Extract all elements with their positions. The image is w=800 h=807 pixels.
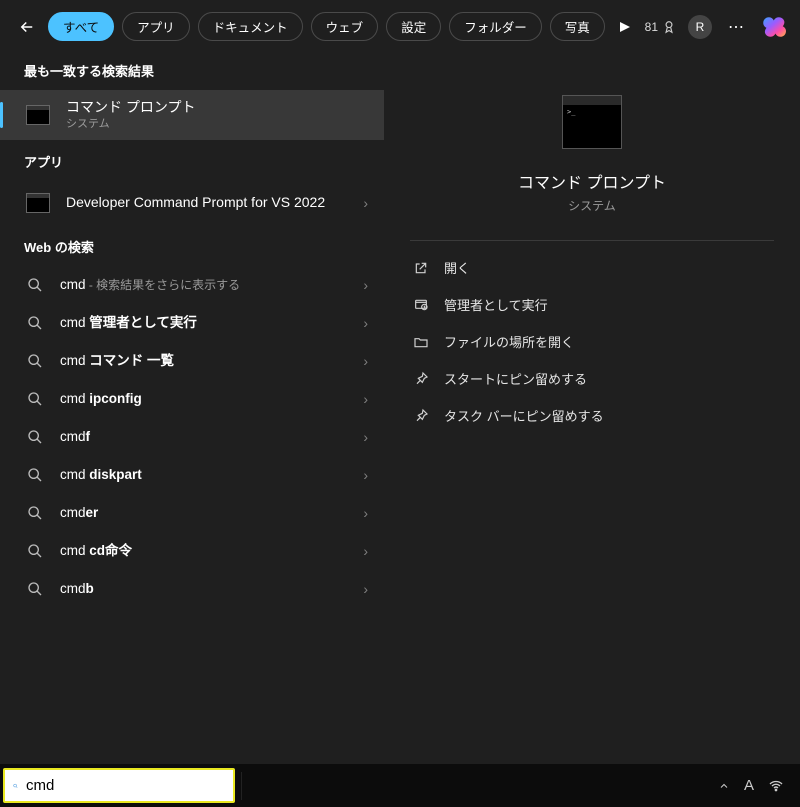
detail-action-1[interactable]: 管理者として実行 <box>410 286 774 323</box>
result-title: cmdf <box>60 428 349 446</box>
detail-app-icon <box>562 95 622 149</box>
action-label: 管理者として実行 <box>444 295 548 314</box>
detail-action-4[interactable]: タスク バーにピン留めする <box>410 397 774 434</box>
web-result-5[interactable]: cmd diskpart › <box>0 456 384 494</box>
rewards-points-value: 81 <box>645 20 658 34</box>
folder-icon <box>412 333 430 351</box>
more-options-button[interactable]: ⋯ <box>724 15 748 39</box>
result-title: コマンド プロンプト <box>66 98 368 117</box>
action-label: ファイルの場所を開く <box>444 332 574 351</box>
back-button[interactable] <box>14 14 40 40</box>
action-label: スタートにピン留めする <box>444 369 587 388</box>
chevron-right-icon: › <box>363 505 368 521</box>
web-result-4[interactable]: cmdf › <box>0 418 384 456</box>
result-title: cmd コマンド 一覧 <box>60 352 349 370</box>
filter-tab-0[interactable]: すべて <box>48 12 114 41</box>
filter-tab-4[interactable]: 設定 <box>386 12 441 41</box>
user-avatar[interactable]: R <box>688 15 712 39</box>
result-title: cmd 管理者として実行 <box>60 314 349 332</box>
detail-action-0[interactable]: 開く <box>410 249 774 286</box>
web-result-1[interactable]: cmd 管理者として実行 › <box>0 304 384 342</box>
web-result-0[interactable]: cmd - 検索結果をさらに表示する › <box>0 266 384 304</box>
chevron-right-icon: › <box>363 391 368 407</box>
result-title: cmd cd命令 <box>60 542 349 560</box>
taskbar-search-input[interactable] <box>26 777 225 794</box>
result-subtitle: システム <box>66 117 368 132</box>
result-title: cmd - 検索結果をさらに表示する <box>60 276 349 294</box>
taskbar-divider <box>241 772 242 800</box>
wifi-icon[interactable] <box>768 778 784 794</box>
command-prompt-icon <box>24 101 52 129</box>
chevron-right-icon: › <box>363 277 368 293</box>
filter-tab-2[interactable]: ドキュメント <box>198 12 303 41</box>
user-initial: R <box>696 20 705 34</box>
detail-action-3[interactable]: スタートにピン留めする <box>410 360 774 397</box>
detail-title: コマンド プロンプト <box>410 169 774 193</box>
result-title: cmdb <box>60 580 349 598</box>
search-icon <box>24 502 46 524</box>
filter-tab-6[interactable]: 写真 <box>550 12 605 41</box>
taskbar-search-box[interactable] <box>3 768 235 803</box>
action-label: 開く <box>444 258 470 277</box>
search-icon <box>24 274 46 296</box>
search-icon <box>24 388 46 410</box>
more-filters-button[interactable] <box>617 19 633 35</box>
search-icon <box>24 578 46 600</box>
search-icon <box>24 350 46 372</box>
chevron-right-icon: › <box>363 581 368 597</box>
chevron-right-icon: › <box>363 429 368 445</box>
detail-action-2[interactable]: ファイルの場所を開く <box>410 323 774 360</box>
web-heading: Web の検索 <box>0 225 384 266</box>
chevron-right-icon: › <box>363 353 368 369</box>
admin-icon <box>412 296 430 314</box>
web-result-6[interactable]: cmder › <box>0 494 384 532</box>
pin-icon <box>412 370 430 388</box>
best-match-heading: 最も一致する検索結果 <box>0 49 384 90</box>
search-icon <box>24 426 46 448</box>
filter-tab-1[interactable]: アプリ <box>122 12 190 41</box>
rewards-points[interactable]: 81 <box>645 20 676 34</box>
filter-tab-3[interactable]: ウェブ <box>311 12 379 41</box>
result-title: cmd diskpart <box>60 466 349 484</box>
web-result-2[interactable]: cmd コマンド 一覧 › <box>0 342 384 380</box>
search-icon <box>13 778 18 794</box>
search-icon <box>24 540 46 562</box>
divider <box>410 240 774 241</box>
ime-indicator[interactable]: A <box>744 777 754 794</box>
detail-subtitle: システム <box>410 197 774 214</box>
command-prompt-icon <box>24 189 52 217</box>
web-result-3[interactable]: cmd ipconfig › <box>0 380 384 418</box>
chevron-right-icon: › <box>363 195 368 211</box>
chevron-right-icon: › <box>363 315 368 331</box>
copilot-icon[interactable] <box>760 14 786 40</box>
taskbar: A <box>0 764 800 807</box>
result-command-prompt[interactable]: コマンド プロンプト システム <box>0 90 384 140</box>
filter-tab-5[interactable]: フォルダー <box>449 12 542 41</box>
search-icon <box>24 464 46 486</box>
tray-chevron-up-icon[interactable] <box>718 780 730 792</box>
web-result-7[interactable]: cmd cd命令 › <box>0 532 384 570</box>
result-title: cmd ipconfig <box>60 390 349 408</box>
result-title: cmder <box>60 504 349 522</box>
pin-icon <box>412 407 430 425</box>
result-title: Developer Command Prompt for VS 2022 <box>66 193 349 212</box>
search-icon <box>24 312 46 334</box>
app-result-0[interactable]: Developer Command Prompt for VS 2022 › <box>0 181 384 225</box>
chevron-right-icon: › <box>363 543 368 559</box>
web-result-8[interactable]: cmdb › <box>0 570 384 608</box>
action-label: タスク バーにピン留めする <box>444 406 604 425</box>
open-icon <box>412 259 430 277</box>
apps-heading: アプリ <box>0 140 384 181</box>
chevron-right-icon: › <box>363 467 368 483</box>
